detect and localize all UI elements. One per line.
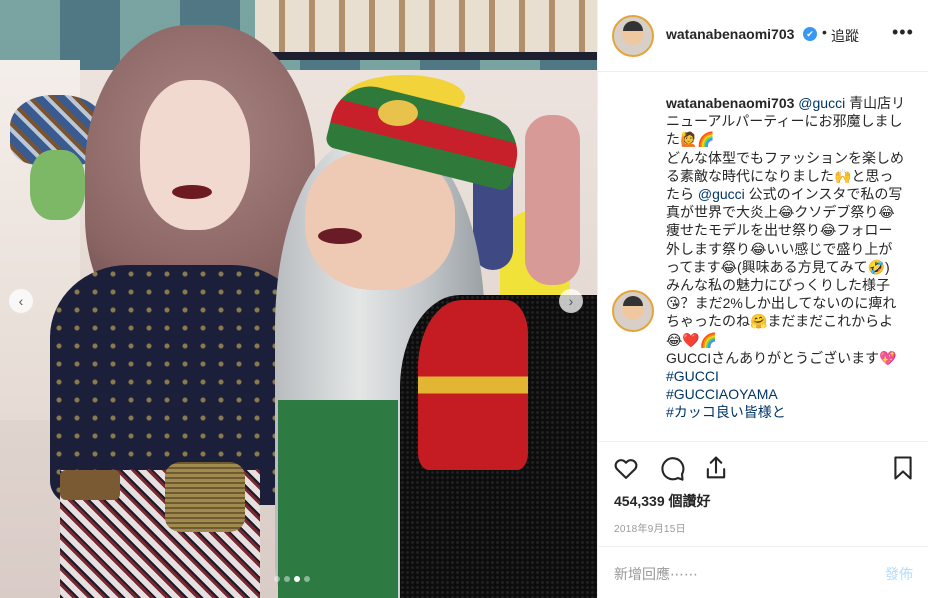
verified-icon: ✔ bbox=[803, 27, 817, 41]
carousel-dot bbox=[304, 576, 310, 582]
post-caption: watanabenaomi703 @gucci 青山店リニューアルパーティーにお… bbox=[666, 94, 906, 422]
follow-button[interactable]: 追蹤 bbox=[831, 26, 859, 46]
glove-pink bbox=[525, 115, 580, 285]
post-header: watanabenaomi703 ✔ • 追蹤 ••• bbox=[598, 0, 928, 72]
left-model-belt bbox=[60, 470, 120, 500]
caption-username[interactable]: watanabenaomi703 bbox=[666, 95, 794, 111]
comments-list[interactable]: watanabenaomi703 @gucci 青山店リニューアルパーティーにお… bbox=[598, 72, 928, 442]
right-model-top bbox=[278, 400, 398, 598]
carousel-prev-button[interactable]: ‹ bbox=[9, 289, 33, 313]
share-icon[interactable] bbox=[702, 454, 730, 482]
carousel-next-button[interactable]: › bbox=[559, 289, 583, 313]
bookmark-icon[interactable] bbox=[889, 454, 917, 482]
comment-icon[interactable] bbox=[658, 454, 686, 482]
right-model-lips bbox=[318, 228, 362, 244]
caption-mention[interactable]: @gucci bbox=[798, 95, 845, 111]
carousel-dot-active bbox=[294, 576, 300, 582]
comment-input[interactable] bbox=[614, 564, 864, 584]
wall-print bbox=[255, 0, 597, 60]
post-side-panel: watanabenaomi703 ✔ • 追蹤 ••• watanabenaom… bbox=[597, 0, 928, 598]
post-comment-button[interactable]: 發佈 bbox=[885, 564, 913, 584]
add-comment-bar: 發佈 bbox=[598, 546, 928, 598]
left-model-lips bbox=[172, 185, 212, 199]
separator-dot: • bbox=[822, 24, 827, 40]
headband-logo bbox=[378, 100, 418, 126]
post-date[interactable]: 2018年9月15日 bbox=[614, 520, 686, 535]
carousel-indicator bbox=[274, 576, 310, 582]
caption-mention[interactable]: @gucci bbox=[698, 186, 745, 202]
jacket-trim bbox=[418, 300, 528, 470]
action-bar bbox=[598, 442, 928, 494]
like-count[interactable]: 454,339 個讚好 bbox=[614, 491, 711, 511]
left-model-face bbox=[140, 80, 250, 230]
mannequin-head bbox=[30, 150, 85, 220]
left-model-sleeve bbox=[165, 462, 245, 532]
caption-text: GUCCIさんありがとうございます💖 bbox=[666, 349, 897, 366]
carousel-dot bbox=[274, 576, 280, 582]
hashtag-link[interactable]: #GUCCIAOYAMA bbox=[666, 386, 778, 402]
caption-text: みんな私の魅力にびっくりした様子😘？まだ2%しか出してないのに痺れちゃったのね🤗… bbox=[666, 277, 897, 348]
hashtag-link[interactable]: #カッコ良い皆様と bbox=[666, 404, 786, 420]
heart-icon[interactable] bbox=[612, 454, 640, 482]
post-photo[interactable]: ‹ › bbox=[0, 0, 597, 598]
more-options-icon[interactable]: ••• bbox=[892, 22, 914, 43]
hashtag-link[interactable]: #GUCCI bbox=[666, 368, 719, 384]
caption-avatar[interactable] bbox=[612, 290, 654, 332]
carousel-dot bbox=[284, 576, 290, 582]
avatar[interactable] bbox=[612, 15, 654, 57]
header-username[interactable]: watanabenaomi703 bbox=[666, 26, 794, 42]
